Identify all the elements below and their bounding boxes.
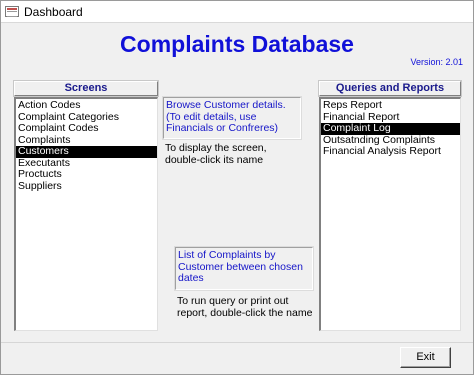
screens-heading: Screens xyxy=(13,80,159,97)
list-item[interactable]: Proctucts xyxy=(16,168,157,181)
list-item[interactable]: Complaint Codes xyxy=(16,122,157,135)
list-item[interactable]: Reps Report xyxy=(321,99,460,112)
screen-description-box: Browse Customer details. (To edit detail… xyxy=(162,96,302,140)
title-bar: Dashboard xyxy=(1,1,473,23)
report-description-box: List of Complaints by Customer between c… xyxy=(174,246,314,291)
database-form-icon xyxy=(5,6,19,17)
window-title: Dashboard xyxy=(24,4,83,19)
list-item[interactable]: Complaint Log xyxy=(321,122,460,135)
reports-heading: Queries and Reports xyxy=(318,80,462,97)
list-item[interactable]: Suppliers xyxy=(16,180,157,193)
list-item[interactable]: Action Codes xyxy=(16,99,157,112)
list-item[interactable]: Financial Analysis Report xyxy=(321,145,460,158)
report-hint-text: To run query or print out report, double… xyxy=(177,295,313,319)
exit-button[interactable]: Exit xyxy=(400,347,451,368)
reports-listbox[interactable]: Reps Report Financial Report Complaint Log… xyxy=(319,97,461,331)
version-label: Version: 2.01 xyxy=(410,57,463,67)
page-title: Complaints Database xyxy=(120,31,354,57)
dashboard-window: Dashboard Complaints Database Version: 2… xyxy=(0,0,474,375)
screen-hint-text: To display the screen, double-click its … xyxy=(165,142,267,166)
screens-listbox[interactable]: Action Codes Complaint Categories Complain… xyxy=(14,97,158,331)
list-item[interactable]: Customers xyxy=(16,145,157,158)
